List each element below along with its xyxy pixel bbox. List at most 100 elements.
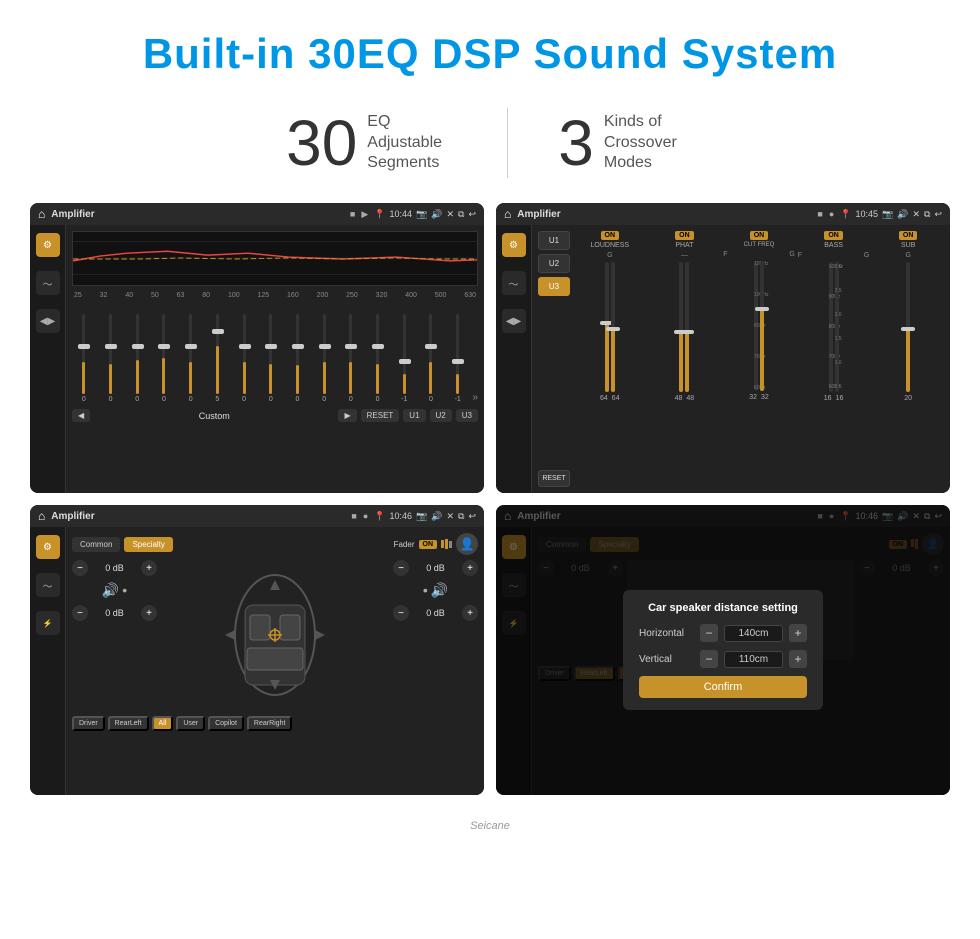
window-icon[interactable]: ⧉ <box>458 209 464 220</box>
slider-3[interactable]: 0 <box>125 314 149 403</box>
u3-preset[interactable]: U3 <box>538 277 570 296</box>
speaker-fr-icon: 🔊 <box>431 582 448 599</box>
btn-rearright[interactable]: RearRight <box>247 716 293 731</box>
dialog-overlay: Car speaker distance setting Horizontal … <box>496 505 950 795</box>
location-icon: 📍 <box>374 209 385 220</box>
status-bar-3: ⌂ Amplifier ■ ● 📍 10:46 📷 🔊 ✕ ⧉ ↩ <box>30 505 484 527</box>
dsp-content: U1 U2 U3 RESET ON LOUDNESS G <box>532 225 950 493</box>
tab-specialty-3[interactable]: Specialty <box>124 537 172 552</box>
close-icon-3[interactable]: ✕ <box>446 511 454 522</box>
home-icon-2[interactable]: ⌂ <box>504 207 511 221</box>
db-minus-rl[interactable]: − <box>72 605 88 621</box>
next-button[interactable]: ▶ <box>338 409 356 422</box>
back-icon-3[interactable]: ↩ <box>468 511 476 522</box>
btn-driver[interactable]: Driver <box>72 716 105 731</box>
screen2-body: ⚙ 〜 ◀▶ U1 U2 U3 RESET ON LOUDNESS G <box>496 225 950 493</box>
vol-icon[interactable]: ◀▶ <box>36 309 60 333</box>
slider-15[interactable]: -1 <box>446 314 470 403</box>
db-row-rr: − 0 dB + <box>393 605 478 621</box>
page-title: Built-in 30EQ DSP Sound System <box>20 30 960 78</box>
wave-icon-2[interactable]: 〜 <box>502 271 526 295</box>
avatar-3: 👤 <box>456 533 478 555</box>
back-icon[interactable]: ↩ <box>468 209 476 220</box>
on-badge-sub: ON <box>899 231 918 240</box>
db-minus-rr[interactable]: − <box>393 605 409 621</box>
btn-rearleft[interactable]: RearLeft <box>108 716 149 731</box>
slider-2[interactable]: 0 <box>99 314 123 403</box>
play-icon[interactable]: ▶ <box>361 209 368 220</box>
prev-button[interactable]: ◀ <box>72 409 90 422</box>
eq-icon-2[interactable]: ⚙ <box>502 233 526 257</box>
u2-preset[interactable]: U2 <box>538 254 570 273</box>
slider-14[interactable]: 0 <box>419 314 443 403</box>
status-bar-2: ⌂ Amplifier ■ ● 📍 10:45 📷 🔊 ✕ ⧉ ↩ <box>496 203 950 225</box>
close-icon-2[interactable]: ✕ <box>912 209 920 220</box>
back-icon-2[interactable]: ↩ <box>934 209 942 220</box>
slider-6[interactable]: 5 <box>206 314 230 403</box>
status-icons-2: 📍 10:45 📷 🔊 ✕ ⧉ ↩ <box>840 209 942 220</box>
slider-5[interactable]: 0 <box>179 314 203 403</box>
dot-icon-3: ● <box>363 511 368 521</box>
vertical-minus[interactable]: − <box>700 650 718 668</box>
record-icon: ■ <box>350 209 355 219</box>
vertical-plus[interactable]: + <box>789 650 807 668</box>
slider-12[interactable]: 0 <box>366 314 390 403</box>
slider-4[interactable]: 0 <box>152 314 176 403</box>
scroll-arrows[interactable]: » <box>473 392 479 403</box>
u3-button[interactable]: U3 <box>456 409 478 422</box>
stats-row: 30 EQ AdjustableSegments 3 Kinds ofCross… <box>0 98 980 203</box>
btn-user[interactable]: User <box>176 716 205 731</box>
reset-button-1[interactable]: RESET <box>361 409 400 422</box>
stat-eq-number: 30 <box>286 111 357 175</box>
channel-cutfreq: ON CUT FREQ FG 120Hz 100Hz 80Hz 70Hz 60H… <box>723 231 795 487</box>
reset-btn-2[interactable]: RESET <box>538 470 570 487</box>
channel-name-loudness: LOUDNESS <box>591 242 630 249</box>
slider-7[interactable]: 0 <box>232 314 256 403</box>
window-icon-2[interactable]: ⧉ <box>924 209 930 220</box>
db-plus-rr[interactable]: + <box>462 605 478 621</box>
car-diagram <box>161 560 389 710</box>
tab-common-3[interactable]: Common <box>72 537 120 552</box>
eq-icon[interactable]: ⚙ <box>36 233 60 257</box>
u1-button[interactable]: U1 <box>403 409 425 422</box>
confirm-button[interactable]: Confirm <box>639 676 807 698</box>
vol-icon-2[interactable]: ◀▶ <box>502 309 526 333</box>
wave-icon-3[interactable]: 〜 <box>36 573 60 597</box>
db-row-fr: − 0 dB + <box>393 560 478 576</box>
slider-9[interactable]: 0 <box>286 314 310 403</box>
bt-icon[interactable]: ⚡ <box>36 611 60 635</box>
screen1-title: Amplifier <box>51 209 344 220</box>
btn-copilot[interactable]: Copilot <box>208 716 244 731</box>
channel-phat: ON PHAT — <box>649 231 721 487</box>
channel-bass: ON BASS FG 100Hz90Hz80Hz70Hz60Hz 3.02.52… <box>798 231 870 487</box>
on-badge-loudness: ON <box>601 231 620 240</box>
slider-13[interactable]: -1 <box>392 314 416 403</box>
position-buttons: Driver RearLeft All User Copilot RearRig… <box>72 716 478 731</box>
status-icons-3: 📍 10:46 📷 🔊 ✕ ⧉ ↩ <box>374 511 476 522</box>
db-plus-fl[interactable]: + <box>141 560 157 576</box>
horizontal-plus[interactable]: + <box>789 624 807 642</box>
db-plus-fr[interactable]: + <box>462 560 478 576</box>
u2-button[interactable]: U2 <box>430 409 452 422</box>
wave-icon[interactable]: 〜 <box>36 271 60 295</box>
left-controls: − 0 dB + 🔊 • − 0 dB + <box>72 560 157 710</box>
btn-all[interactable]: All <box>152 716 174 731</box>
camera-icon: 📷 <box>416 209 427 220</box>
db-minus-fl[interactable]: − <box>72 560 88 576</box>
slider-1[interactable]: 0 <box>72 314 96 403</box>
screen2-title: Amplifier <box>517 209 811 220</box>
db-plus-rl[interactable]: + <box>141 605 157 621</box>
u1-preset[interactable]: U1 <box>538 231 570 250</box>
home-icon-3[interactable]: ⌂ <box>38 509 45 523</box>
slider-8[interactable]: 0 <box>259 314 283 403</box>
window-icon-3[interactable]: ⧉ <box>458 511 464 522</box>
db-minus-fr[interactable]: − <box>393 560 409 576</box>
location-icon-3: 📍 <box>374 511 385 522</box>
eq-icon-3[interactable]: ⚙ <box>36 535 60 559</box>
distance-dialog: Car speaker distance setting Horizontal … <box>623 590 823 710</box>
horizontal-minus[interactable]: − <box>700 624 718 642</box>
home-icon[interactable]: ⌂ <box>38 207 45 221</box>
close-icon[interactable]: ✕ <box>446 209 454 220</box>
slider-10[interactable]: 0 <box>312 314 336 403</box>
slider-11[interactable]: 0 <box>339 314 363 403</box>
